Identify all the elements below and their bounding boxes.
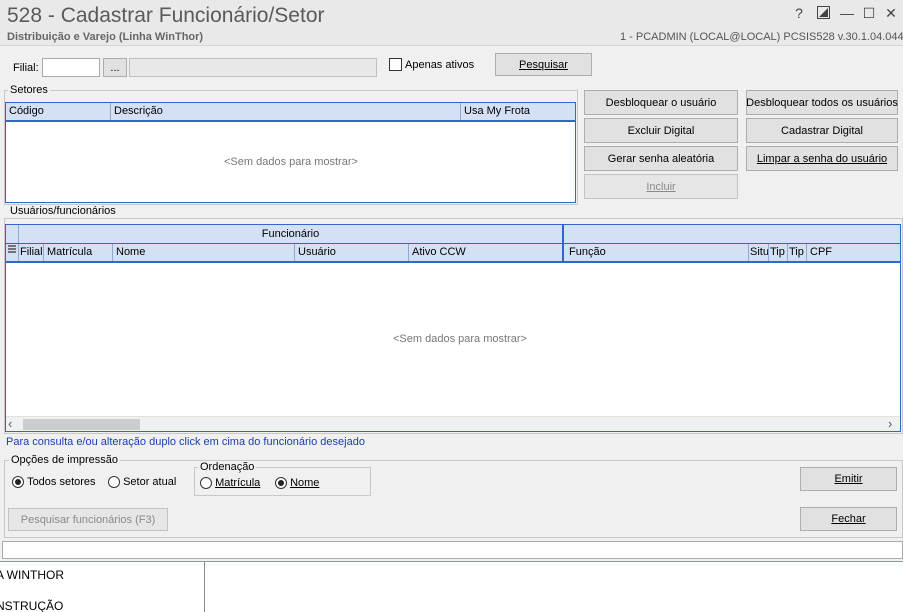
pesquisar-funcionarios-label: Pesquisar funcionários (F3) [20, 513, 156, 526]
incluir-label: Incluir [646, 180, 676, 193]
usuarios-group-title: Usuários/funcionários [8, 205, 118, 217]
column-header-tipo-2[interactable]: Tip [788, 244, 807, 261]
column-header-funcao[interactable]: Função [566, 244, 749, 261]
cadastrar-digital-label: Cadastrar Digital [781, 124, 863, 137]
gerar-senha-label: Gerar senha aleatória [607, 152, 715, 165]
scrollbar-thumb[interactable] [23, 419, 140, 430]
emitir-label: Emitir [834, 473, 863, 485]
column-header-situacao[interactable]: Situ [749, 244, 769, 261]
pesquisar-button[interactable]: Pesquisar [495, 53, 592, 76]
band-spacer [6, 225, 19, 243]
system-info: 1 - PCADMIN (LOCAL@LOCAL) PCSIS528 v.30.… [620, 31, 903, 43]
help-icon[interactable]: ? [791, 5, 807, 21]
restore-layout-icon[interactable] [815, 6, 831, 22]
usuarios-column-header: Filial Matrícula Nome Usuário Ativo CCW … [6, 244, 900, 263]
background-divider [204, 562, 205, 612]
impressao-group-title: Opções de impressão [9, 454, 120, 466]
setores-grid[interactable]: Código Descrição Usa My Frota <Sem dados… [5, 102, 576, 203]
usuarios-empty-message: <Sem dados para mostrar> [393, 333, 527, 345]
filial-description-field [129, 58, 377, 77]
scroll-right-icon[interactable]: › [888, 416, 892, 431]
incluir-button[interactable]: Incluir [584, 174, 738, 199]
background-item-winthor[interactable]: A WINTHOR [0, 568, 64, 582]
radio-setor-atual-indicator[interactable] [108, 476, 120, 489]
excluir-digital-button[interactable]: Excluir Digital [584, 118, 738, 143]
title-bar: 528 - Cadastrar Funcionário/Setor Distri… [0, 0, 903, 46]
ordenacao-group-title: Ordenação [198, 461, 257, 473]
usuarios-band-header: Funcionário [6, 225, 900, 244]
background-app-area: A WINTHOR NSTRUÇÃO [0, 561, 903, 612]
radio-nome-indicator[interactable] [275, 477, 287, 490]
double-click-hint: Para consulta e/ou alteração duplo click… [6, 436, 365, 448]
column-header-ativo-ccw[interactable]: Ativo CCW [409, 244, 564, 261]
column-header-usa-my-frota[interactable]: Usa My Frota [461, 103, 575, 120]
window-title: 528 - Cadastrar Funcionário/Setor [7, 4, 325, 27]
filial-input[interactable] [42, 58, 100, 77]
limpar-senha-label: Limpar a senha do usuário [756, 152, 888, 165]
radio-todos-setores[interactable]: Todos setores [12, 476, 96, 489]
column-chooser-icon[interactable] [6, 244, 19, 261]
apenas-ativos-label: Apenas ativos [405, 59, 475, 71]
radio-matricula-indicator[interactable] [200, 477, 212, 490]
column-header-usuario[interactable]: Usuário [295, 244, 409, 261]
close-icon[interactable]: ✕ [883, 5, 899, 21]
band-right [566, 225, 900, 243]
column-header-matricula[interactable]: Matrícula [44, 244, 113, 261]
radio-nome-label: Nome [290, 477, 320, 490]
setores-grid-header: Código Descrição Usa My Frota [6, 103, 575, 122]
column-header-cpf[interactable]: CPF [807, 244, 900, 261]
band-funcionario: Funcionário [19, 225, 564, 243]
column-header-codigo[interactable]: Código [6, 103, 111, 120]
window-subtitle: Distribuição e Varejo (Linha WinThor) [7, 31, 204, 43]
radio-todos-setores-label: Todos setores [27, 476, 96, 489]
column-header-tipo-1[interactable]: Tip [769, 244, 788, 261]
column-header-nome[interactable]: Nome [113, 244, 295, 261]
setores-empty-message: <Sem dados para mostrar> [224, 156, 358, 168]
radio-matricula-label: Matrícula [215, 477, 261, 490]
status-field[interactable] [2, 541, 903, 559]
filial-label: Filial: [13, 62, 39, 74]
radio-matricula[interactable]: Matrícula [200, 477, 261, 490]
emitir-button[interactable]: Emitir [800, 467, 897, 491]
column-header-descricao[interactable]: Descrição [111, 103, 461, 120]
pesquisar-funcionarios-button[interactable]: Pesquisar funcionários (F3) [8, 508, 168, 531]
horizontal-scrollbar[interactable]: ‹ › [6, 416, 900, 431]
scroll-left-icon[interactable]: ‹ [8, 416, 12, 431]
usuarios-grid[interactable]: Funcionário Filial Matrícula Nome Usuári… [5, 224, 901, 432]
desbloquear-todos-button[interactable]: Desbloquear todos os usuários [746, 90, 898, 115]
fechar-label: Fechar [831, 513, 866, 525]
background-item-instrucao[interactable]: NSTRUÇÃO [0, 599, 63, 612]
desbloquear-usuario-button[interactable]: Desbloquear o usuário [584, 90, 738, 115]
radio-nome[interactable]: Nome [275, 477, 320, 490]
desbloquear-usuario-label: Desbloquear o usuário [605, 96, 717, 109]
apenas-ativos-checkbox[interactable] [389, 58, 402, 71]
desbloquear-todos-label: Desbloquear todos os usuários [746, 96, 898, 109]
pesquisar-button-label: Pesquisar [519, 58, 568, 71]
fechar-button[interactable]: Fechar [800, 507, 897, 531]
radio-setor-atual[interactable]: Setor atual [108, 476, 177, 489]
limpar-senha-button[interactable]: Limpar a senha do usuário [746, 146, 898, 171]
minimize-icon[interactable]: — [839, 5, 855, 21]
gerar-senha-button[interactable]: Gerar senha aleatória [584, 146, 738, 171]
excluir-digital-label: Excluir Digital [627, 124, 695, 137]
maximize-icon[interactable]: ☐ [861, 5, 877, 21]
column-header-filial[interactable]: Filial [19, 244, 44, 261]
filial-browse-button[interactable]: ... [103, 58, 127, 77]
radio-todos-setores-indicator[interactable] [12, 476, 24, 489]
cadastrar-digital-button[interactable]: Cadastrar Digital [746, 118, 898, 143]
radio-setor-atual-label: Setor atual [123, 476, 177, 489]
setores-group-title: Setores [8, 84, 50, 96]
